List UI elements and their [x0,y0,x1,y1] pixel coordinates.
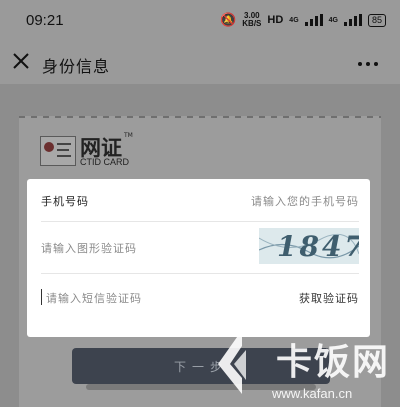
ctid-logo-icon [40,136,76,166]
network-type-1: 4G [289,16,299,24]
signal-icon-1 [304,14,323,26]
close-icon[interactable] [12,52,30,70]
captcha-image[interactable]: 1847 [259,228,359,264]
signal-icon-2 [343,14,362,26]
status-time: 09:21 [26,12,64,29]
verification-form: 手机号码 请输入您的手机号码 请输入图形验证码 1847 请输入短信验证码 获取… [27,179,370,337]
captcha-input[interactable]: 请输入图形验证码 [41,240,137,256]
sms-code-input[interactable]: 请输入短信验证码 [46,290,142,306]
hd-label: HD [267,14,284,26]
page-title: 身份信息 [42,57,111,76]
more-icon[interactable] [358,62,378,66]
sms-row: 请输入短信验证码 获取验证码 [41,273,359,323]
text-cursor [41,289,42,305]
watermark-url: www.kafan.cn [272,386,353,401]
get-code-button[interactable]: 获取验证码 [299,290,359,306]
captcha-row: 请输入图形验证码 1847 [41,221,359,274]
watermark-name: 卡饭网 [276,342,391,383]
watermark-logo-icon [218,330,246,394]
captcha-text: 1847 [277,230,359,263]
phone-row: 手机号码 请输入您的手机号码 [41,179,359,222]
network-type-2: 4G [328,16,338,24]
phone-input[interactable]: 请输入您的手机号码 [251,193,359,209]
status-icons: 🔕 3.00 KB/S HD 4G 4G 85 [220,12,386,28]
logo-subtitle: CTID CARD [80,157,129,167]
app-header: 身份信息 [0,42,400,84]
network-speed: 3.00 KB/S [242,12,261,28]
battery-icon: 85 [367,13,386,27]
bell-icon: 🔕 [220,12,237,27]
status-bar: 09:21 🔕 3.00 KB/S HD 4G 4G 85 [0,0,400,42]
network-speed-unit: KB/S [242,19,262,28]
phone-label: 手机号码 [41,195,89,208]
logo-tm: TM [124,132,133,139]
